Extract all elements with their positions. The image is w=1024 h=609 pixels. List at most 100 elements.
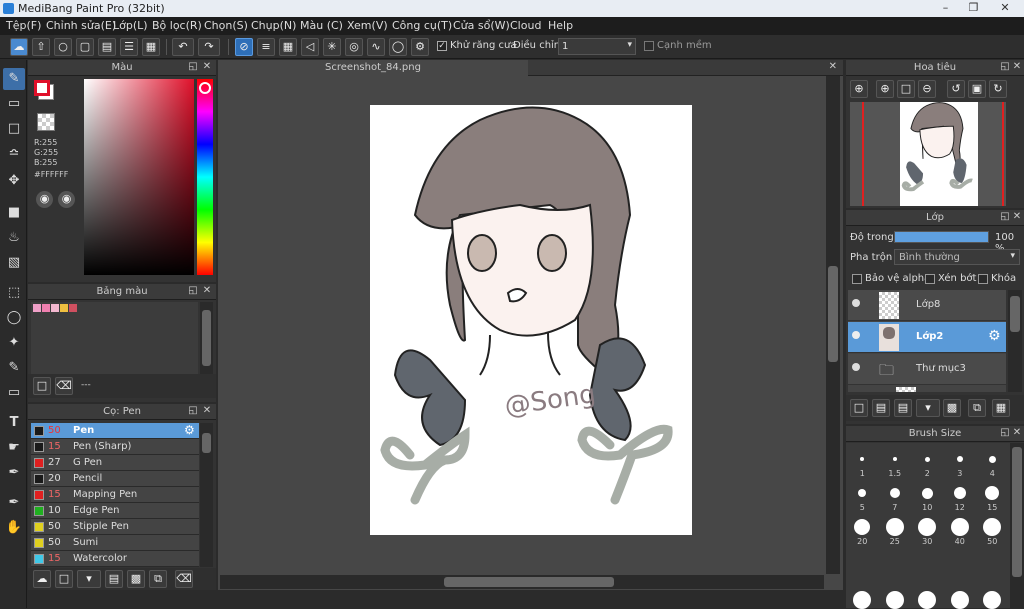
panel-undock-icon[interactable]: ◱ (188, 285, 198, 297)
menu-snap[interactable]: Chụp(N) (251, 19, 296, 32)
brush-size-dot[interactable] (892, 457, 897, 461)
eye-icon[interactable] (852, 363, 860, 371)
brush-item[interactable]: 50 Stipple Pen (31, 519, 199, 535)
select-rect-tool-icon[interactable]: ⬚ (3, 282, 25, 304)
layer-row-selected[interactable]: Lớp2 ⚙ (848, 322, 1006, 353)
panel-undock-icon[interactable]: ◱ (1000, 211, 1010, 223)
radial-snap-icon[interactable]: ✳ (323, 38, 341, 56)
eraser-tool-icon[interactable]: ▭ (3, 93, 25, 115)
zoom-tool-icon[interactable]: ✒ (3, 492, 25, 514)
brush-size-dot[interactable] (950, 591, 969, 609)
canvas-vertical-scrollbar[interactable] (826, 76, 840, 574)
brush-size-dot[interactable] (921, 487, 933, 499)
scrollbar-thumb[interactable] (202, 433, 211, 453)
redo-icon[interactable]: ↷ (198, 38, 220, 56)
grid-snap-icon[interactable]: ▦ (279, 38, 297, 56)
palette-swatch[interactable] (42, 304, 50, 312)
color-picker-icon[interactable]: ◉ (58, 191, 75, 208)
list-icon[interactable]: ☰ (120, 38, 138, 56)
brush-properties-icon[interactable]: ▤ (105, 570, 123, 588)
hand-tool-icon[interactable]: ✋ (3, 517, 25, 539)
panel-undock-icon[interactable]: ◱ (1000, 61, 1010, 73)
trash-icon[interactable]: ⌫ (55, 377, 73, 395)
hue-handle[interactable] (199, 82, 211, 94)
brush-scrollbar[interactable] (200, 423, 213, 567)
dot-tool-icon[interactable]: ≏ (3, 143, 25, 165)
parallel-snap-icon[interactable]: ≡ (257, 38, 275, 56)
palette-swatch[interactable] (60, 304, 68, 312)
fit-icon[interactable]: □ (897, 80, 915, 98)
scrollbar-thumb[interactable] (828, 266, 838, 362)
canvas-horizontal-scrollbar[interactable] (220, 575, 824, 589)
blend-mode-select[interactable]: Bình thường ▾ (894, 249, 1020, 265)
rectangle-tool-icon[interactable]: □ (3, 118, 25, 140)
tab-close-icon[interactable]: ✕ (829, 61, 837, 72)
palette-scrollbar[interactable] (200, 302, 213, 374)
menu-file[interactable]: Tệp(F) (6, 19, 41, 32)
brush-size-dot[interactable] (885, 518, 904, 536)
palette-swatch[interactable] (51, 304, 59, 312)
brush-size-dot[interactable] (985, 486, 1000, 500)
folder-icon[interactable]: ▩ (943, 399, 961, 417)
brush-menu-icon[interactable]: ▾ (77, 570, 101, 588)
lock-checkbox[interactable] (978, 274, 988, 284)
layer-row[interactable]: Lớp8 (848, 290, 1006, 321)
circle-snap-icon[interactable]: ◯ (389, 38, 407, 56)
brush-size-dot[interactable] (983, 518, 1002, 536)
scrollbar-thumb[interactable] (202, 310, 211, 366)
menu-window[interactable]: Cửa sổ(W) (453, 19, 510, 32)
layer-row[interactable]: 🗀 Thư mục3 (848, 354, 1006, 385)
perspective-snap-icon[interactable]: ◁ (301, 38, 319, 56)
protect-alpha-checkbox[interactable] (852, 274, 862, 284)
zoom-out-icon[interactable]: ⊖ (918, 80, 936, 98)
brush-size-scrollbar[interactable] (1010, 443, 1024, 608)
eye-icon[interactable] (852, 331, 860, 339)
palette-icon[interactable]: ◉ (36, 191, 53, 208)
menu-view[interactable]: Xem(V) (347, 19, 388, 32)
grid-layout-icon[interactable]: ▦ (142, 38, 160, 56)
brush-item[interactable]: 27 G Pen (31, 455, 199, 471)
drawing-canvas[interactable]: @Song (370, 105, 692, 535)
brush-item[interactable]: 15 Watercolor (31, 551, 199, 567)
duplicate-icon[interactable]: ⧉ (149, 570, 167, 588)
antialias-checkbox[interactable]: ✓ (437, 41, 447, 51)
opacity-slider[interactable] (894, 231, 989, 243)
scrollbar-thumb[interactable] (1010, 296, 1020, 332)
gear-icon[interactable]: ⚙ (988, 328, 1001, 344)
duplicate-icon[interactable]: ⧉ (968, 399, 986, 417)
eye-icon[interactable] (852, 299, 860, 307)
scrollbar-thumb[interactable] (1012, 447, 1022, 577)
panel-close-icon[interactable]: ✕ (202, 61, 212, 73)
transparent-color-swatch[interactable] (37, 113, 55, 131)
export-icon[interactable]: ⇧ (32, 38, 50, 56)
brush-item[interactable]: 50 Sumi (31, 535, 199, 551)
brush-item[interactable]: 15 Pen (Sharp) (31, 439, 199, 455)
restore-button[interactable]: ❐ (960, 0, 987, 17)
brush-size-dot[interactable] (860, 457, 865, 461)
hue-slider[interactable] (197, 79, 213, 275)
new-layer-icon[interactable]: □ (850, 399, 868, 417)
menu-tools[interactable]: Công cụ(T) (392, 19, 452, 32)
comment-icon[interactable]: ▢ (76, 38, 94, 56)
close-button[interactable]: ✕ (988, 0, 1022, 17)
eyedropper-tool-icon[interactable]: ✒ (3, 462, 25, 484)
new-layer-1bit-icon[interactable]: ▤ (894, 399, 912, 417)
panel-close-icon[interactable]: ✕ (1012, 61, 1022, 73)
brush-size-dot[interactable] (956, 456, 963, 462)
no-snap-icon[interactable]: ⊘ (235, 38, 253, 56)
select-pen-tool-icon[interactable]: ✎ (3, 357, 25, 379)
move-tool-icon[interactable]: ✥ (3, 170, 25, 192)
saturation-value-picker[interactable] (84, 79, 194, 275)
scrollbar-thumb[interactable] (444, 577, 614, 587)
panel-close-icon[interactable]: ✕ (1012, 211, 1022, 223)
menu-color[interactable]: Màu (C) (300, 19, 343, 32)
lasso-tool-icon[interactable]: ◯ (3, 307, 25, 329)
gear-icon[interactable]: ⚙ (184, 423, 195, 437)
zoom-in-icon[interactable]: ⊕ (876, 80, 894, 98)
panel-undock-icon[interactable]: ◱ (188, 61, 198, 73)
soft-edge-checkbox[interactable] (644, 41, 654, 51)
brush-size-dot[interactable] (983, 591, 1002, 609)
text-tool-icon[interactable]: T (3, 412, 25, 434)
brush-size-dot[interactable] (858, 489, 867, 497)
panel-undock-icon[interactable]: ◱ (1000, 427, 1010, 439)
